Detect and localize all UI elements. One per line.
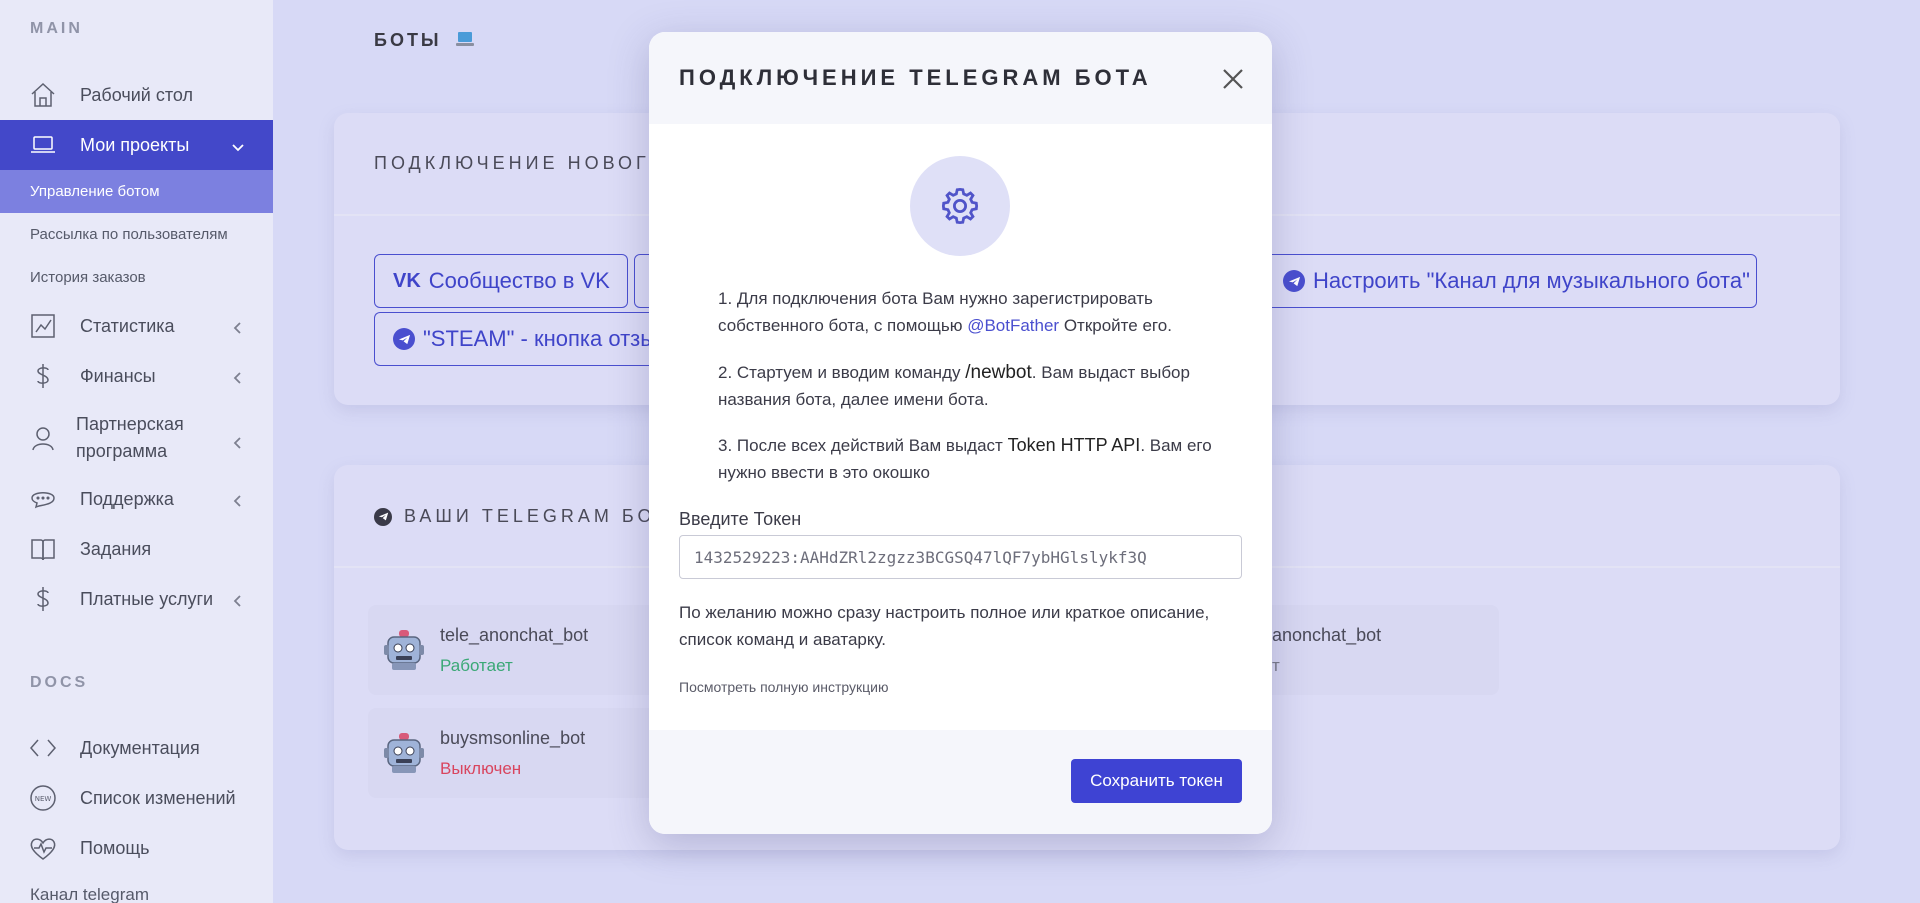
music-channel-button[interactable]: Настроить "Канал для музыкального бота": [1264, 254, 1757, 308]
bot-item[interactable]: tele_anonchat_bot Работает: [368, 605, 668, 695]
bot-status-running: Работает: [440, 655, 513, 675]
gear-icon: [910, 156, 1010, 256]
sidebar-item-label: Статистика: [80, 315, 175, 336]
steam-button[interactable]: "STEAM" - кнопка отзы: [374, 312, 664, 366]
sidebar-item-label: Задания: [80, 538, 152, 559]
chevron-left-icon: [231, 319, 245, 334]
save-token-button[interactable]: Сохранить токен: [1071, 759, 1242, 803]
full-instruction-link[interactable]: Посмотреть полную инструкцию: [679, 679, 888, 695]
sidebar-item-label: Рабочий стол: [80, 84, 193, 105]
instruction-step-2: 2. Стартуем и вводим команду /newbot. Ва…: [718, 362, 1190, 409]
bot-status-disabled: Выключен: [440, 758, 522, 778]
sidebar-subitem-orders[interactable]: История заказов: [0, 256, 273, 299]
page-title: БОТЫ: [374, 30, 474, 51]
instruction-step-3: 3. После всех действий Вам выдаст Token …: [718, 435, 1212, 482]
chat-icon: [28, 484, 58, 514]
chevron-down-icon: [231, 138, 245, 152]
telegram-icon: [374, 507, 392, 526]
sidebar-item-partner[interactable]: Партнерская программа: [0, 408, 273, 468]
user-icon: [28, 423, 58, 453]
sidebar-subitem-mailing[interactable]: Рассылка по пользователям: [0, 213, 273, 256]
code-icon: [28, 733, 58, 763]
sidebar-item-tasks[interactable]: Задания: [0, 528, 273, 570]
sidebar-item-label: Поддержка: [80, 488, 174, 509]
dollar-icon: [28, 361, 58, 391]
modal-title: ПОДКЛЮЧЕНИЕ TELEGRAM БОТА: [679, 65, 1152, 90]
svg-text:NEW: NEW: [35, 795, 52, 803]
connect-telegram-bot-modal: ПОДКЛЮЧЕНИЕ TELEGRAM БОТА 1. Для подключ…: [649, 32, 1272, 834]
newbot-command: /newbot: [965, 362, 1032, 383]
bot-name: buysmsonline_bot: [440, 727, 586, 748]
chevron-left-icon: [231, 492, 245, 507]
sidebar-item-label: Список изменений: [80, 787, 236, 808]
sidebar-item-label: Документация: [80, 737, 200, 758]
sidebar-item-telegram-channel[interactable]: Канал telegram: [0, 880, 273, 903]
sidebar-item-my-projects[interactable]: Мои проекты: [0, 120, 273, 170]
home-icon: [28, 80, 58, 110]
chevron-left-icon: [231, 592, 245, 607]
card-title: ВАШИ TELEGRAM БОТ: [374, 506, 670, 527]
token-field-label: Введите Токен: [679, 509, 802, 529]
modal-footer: Сохранить токен: [649, 730, 1272, 834]
modal-header: ПОДКЛЮЧЕНИЕ TELEGRAM БОТА: [649, 32, 1272, 124]
heart-pulse-icon: [28, 833, 58, 863]
telegram-icon: [393, 328, 415, 350]
bot-name: tele_anonchat_bot: [440, 624, 589, 645]
book-icon: [28, 534, 58, 564]
new-badge-icon: NEW: [28, 783, 58, 813]
optional-settings-note: По желанию можно сразу настроить полное …: [679, 603, 1210, 649]
sidebar-item-label: Партнерская программа: [76, 414, 184, 461]
robot-avatar-icon: [384, 733, 424, 773]
token-api-label: Token HTTP API: [1007, 435, 1141, 455]
sidebar-item-label: Мои проекты: [80, 134, 190, 155]
sidebar-item-paid-services[interactable]: Платные услуги: [0, 578, 273, 620]
sidebar-item-label: Финансы: [80, 365, 156, 386]
sidebar-subitem-bot-management[interactable]: Управление ботом: [0, 170, 273, 213]
card-title: ПОДКЛЮЧЕНИЕ НОВОГО: [374, 153, 667, 173]
sidebar-item-dashboard[interactable]: Рабочий стол: [0, 74, 273, 116]
bot-item[interactable]: buysmsonline_bot Выключен: [368, 708, 668, 798]
sidebar-section-main: MAIN: [30, 20, 83, 37]
bot-item[interactable]: anonchat_bot т: [1249, 605, 1499, 695]
bot-name: anonchat_bot: [1272, 624, 1382, 645]
sidebar-item-label: Платные услуги: [80, 588, 214, 609]
sidebar-item-help[interactable]: Помощь: [0, 827, 273, 869]
close-icon[interactable]: [1222, 68, 1244, 90]
sidebar-section-docs: DOCS: [30, 674, 89, 691]
chart-icon: [28, 311, 58, 341]
sidebar-item-documentation[interactable]: Документация: [0, 727, 273, 769]
bot-status: т: [1272, 655, 1280, 675]
sidebar-item-support[interactable]: Поддержка: [0, 478, 273, 520]
robot-avatar-icon: [384, 630, 424, 670]
laptop-icon: [28, 130, 58, 160]
sidebar-item-changelog[interactable]: NEW Список изменений: [0, 777, 273, 819]
vk-community-button[interactable]: VK Сообщество в VK: [374, 254, 628, 308]
dollar-icon: [28, 584, 58, 614]
sidebar-item-label: Помощь: [80, 837, 150, 858]
token-input[interactable]: [679, 535, 1242, 579]
sidebar-item-statistics[interactable]: Статистика: [0, 305, 273, 347]
sidebar-item-finance[interactable]: Финансы: [0, 355, 273, 397]
botfather-link[interactable]: @BotFather: [967, 316, 1059, 335]
chevron-left-icon: [231, 431, 245, 449]
sidebar: MAIN Рабочий стол Мои проекты Управление…: [0, 0, 273, 903]
telegram-icon: [1283, 270, 1305, 292]
instruction-step-1: 1. Для подключения бота Вам нужно зареги…: [718, 289, 1172, 335]
vk-icon: VK: [393, 269, 421, 292]
laptop-emoji-icon: [455, 31, 474, 47]
chevron-left-icon: [231, 369, 245, 384]
